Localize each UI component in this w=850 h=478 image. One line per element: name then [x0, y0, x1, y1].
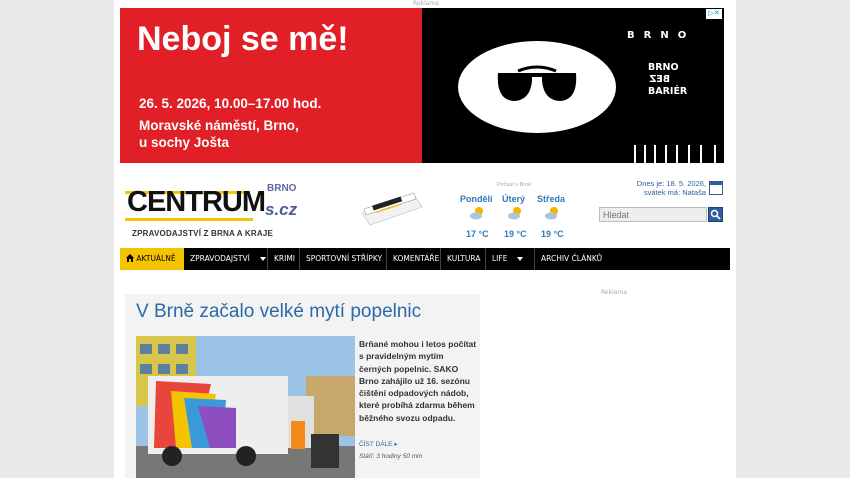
weather-day-wednesday: Středa	[537, 194, 566, 204]
search-input[interactable]	[599, 207, 707, 222]
weather-label: Počasí v Brně	[497, 182, 532, 188]
nav-item-archiv-clanku[interactable]: ARCHIV ČLÁNKŮ	[535, 248, 605, 270]
nav-item-zpravodajstvi[interactable]: ZPRAVODAJSTVÍ	[184, 248, 268, 270]
banner-date: 26. 5. 2026, 10.00–17.00 hod.	[139, 96, 322, 111]
banner-brno-bez-barier: BRNO BEZ BARIÉR	[648, 62, 687, 98]
banner-stripes	[634, 145, 724, 163]
partly-cloudy-icon	[506, 205, 524, 221]
article-perex: Brňané mohou i letos počítat s pravideln…	[359, 339, 477, 423]
read-more-link[interactable]: ČÍST DÁLE ▸	[359, 440, 398, 448]
article-title[interactable]: V Brně začalo velké mytí popelnic	[136, 301, 421, 323]
weather-temp-tuesday: 19 °C	[504, 229, 527, 239]
calendar-icon[interactable]	[709, 181, 723, 195]
weather-day-tuesday: Úterý	[502, 194, 526, 204]
ad-label-top: Reklama	[413, 0, 439, 7]
logo-domain: s.cz	[265, 200, 298, 219]
advertisement-banner[interactable]: Neboj se mě! 26. 5. 2026, 10.00–17.00 ho…	[120, 8, 724, 163]
search-button[interactable]	[708, 207, 723, 222]
chevron-down-icon	[517, 257, 524, 261]
article-age: Stáří: 3 hodiny 50 min	[359, 453, 423, 460]
ad-label-side: Reklama	[601, 289, 627, 296]
nav-label-archiv-clanku: ARCHIV ČLÁNKŮ	[541, 254, 603, 263]
nav-label-sportovni-stripky: SPORTOVNÍ STŘÍPKY	[306, 254, 383, 263]
weather-temp-wednesday: 19 °C	[541, 229, 564, 239]
sunglasses-icon	[497, 65, 577, 101]
banner-place-line1: Moravské náměstí, Brno,	[139, 118, 299, 133]
logo-brno: BRNO	[267, 183, 297, 194]
nav-item-life[interactable]: LIFE	[486, 248, 535, 270]
nav-item-sportovni-stripky[interactable]: SPORTOVNÍ STŘÍPKY	[300, 248, 387, 270]
nav-label-komentare: KOMENTÁŘE	[393, 254, 440, 263]
article-image[interactable]	[136, 336, 355, 478]
adchoices-icon[interactable]: ▷✕	[706, 9, 722, 19]
weather-day-monday: Pondělí	[460, 194, 493, 204]
nav-item-aktualne[interactable]: AKTUÁLNĚ	[120, 248, 184, 270]
nav-item-kultura[interactable]: KULTURA	[441, 248, 486, 270]
read-more-label: ČÍST DÁLE	[359, 441, 393, 448]
nav-label-kultura: KULTURA	[447, 254, 481, 263]
logo-subtitle: ZPRAVODAJSTVÍ Z BRNA A KRAJE	[132, 229, 274, 238]
brand-line2: BEZ	[649, 74, 670, 85]
nav-label-krimi: KRIMI	[274, 254, 296, 263]
nav-label-zpravodajstvi: ZPRAVODAJSTVÍ	[190, 254, 250, 263]
brand-line3: BARIÉR	[648, 86, 688, 97]
banner-black-panel: BRNO BRNO BEZ BARIÉR ▷✕	[422, 8, 724, 163]
site-logo[interactable]: CENTRUM BRNO s.cz ZPRAVODAJSTVÍ Z BRNA A…	[125, 182, 325, 242]
today-date: Dnes je: 18. 5. 2026,	[636, 179, 706, 188]
banner-red-panel: Neboj se mě! 26. 5. 2026, 10.00–17.00 ho…	[120, 8, 422, 163]
partly-cloudy-icon	[543, 205, 561, 221]
brand-line1: BRNO	[648, 62, 679, 73]
banner-place-line2: u sochy Jošta	[139, 135, 230, 150]
partly-cloudy-icon	[468, 205, 486, 221]
article-card: V Brně začalo velké mytí popelnic Brňané…	[125, 294, 480, 478]
nav-item-krimi[interactable]: KRIMI	[268, 248, 300, 270]
today-nameday: svátek má: Nataša	[643, 188, 706, 197]
nav-label-aktualne: AKTUÁLNĚ	[136, 254, 176, 263]
nav-label-life: LIFE	[492, 254, 508, 263]
chevron-right-icon: ▸	[394, 441, 398, 448]
banner-headline: Neboj se mě!	[137, 20, 349, 58]
weather-temp-monday: 17 °C	[466, 229, 489, 239]
nav-item-komentare[interactable]: KOMENTÁŘE	[387, 248, 441, 270]
home-icon	[126, 254, 134, 262]
banner-brno-logo: BRNO	[627, 30, 696, 41]
chevron-down-icon	[259, 257, 266, 261]
logo-main-text: CENTRUM	[127, 186, 266, 218]
main-navigation: AKTUÁLNĚ ZPRAVODAJSTVÍ KRIMI SPORTOVNÍ S…	[120, 248, 730, 270]
eye-graphic	[458, 41, 616, 133]
today-info: Dnes je: 18. 5. 2026, svátek má: Nataša	[620, 179, 706, 197]
search-icon	[710, 209, 721, 220]
newspaper-icon	[358, 191, 424, 229]
